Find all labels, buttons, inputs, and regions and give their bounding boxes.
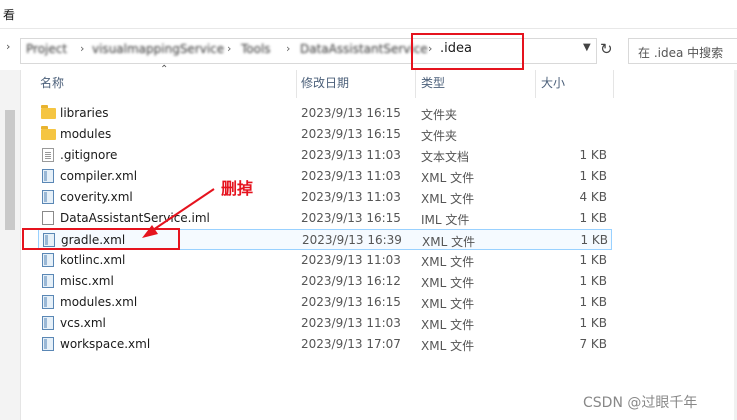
watermark: CSDN @过眼千年 [583, 395, 698, 411]
annotation-arrow-icon [142, 188, 215, 238]
